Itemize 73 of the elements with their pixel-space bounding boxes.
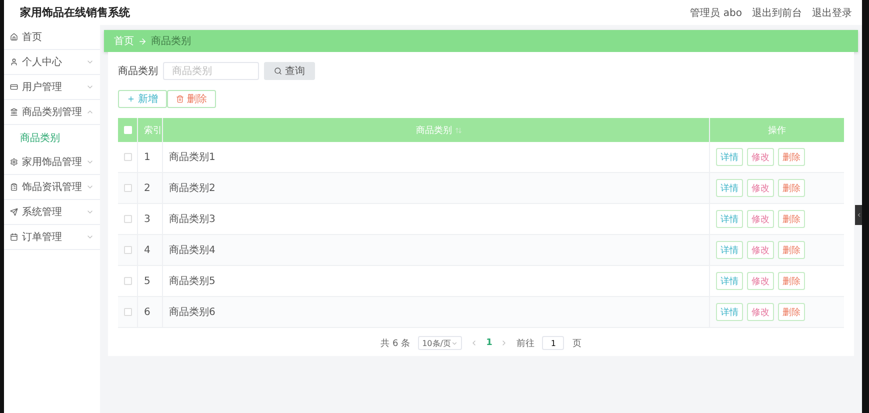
sidebar-subitem[interactable]: 商品类别 (4, 125, 100, 150)
detail-button[interactable]: 详情 (716, 179, 743, 197)
delete-button[interactable]: 删除 (778, 303, 805, 321)
chevron-left-icon (856, 212, 862, 218)
detail-button[interactable]: 详情 (716, 241, 743, 259)
header-link[interactable]: 管理员 abo (690, 6, 742, 20)
total-count: 共 6 条 (380, 338, 410, 350)
table-cell-text: 商品类别4 (169, 244, 216, 257)
goto-page-field[interactable]: 1 (542, 336, 564, 350)
arrow-right-icon (138, 36, 147, 46)
column-header: 索引 (144, 124, 162, 136)
table-cell: 4 (144, 244, 150, 256)
delete-button[interactable]: 删除 (778, 241, 805, 259)
breadcrumb-item[interactable]: 首页 (114, 34, 134, 48)
send-icon (10, 208, 18, 216)
delete-button[interactable]: 删除 (778, 148, 805, 166)
goto-label: 前往 (516, 338, 534, 350)
table-cell: 6 (144, 306, 150, 318)
edit-button[interactable]: 修改 (747, 272, 774, 290)
row-checkbox[interactable] (124, 153, 132, 161)
user-icon (10, 58, 18, 66)
trash-icon (176, 95, 184, 103)
detail-button[interactable]: 详情 (716, 210, 743, 228)
page-size-select[interactable]: 10条/页 (418, 336, 462, 350)
add-button[interactable]: 新增 (118, 90, 167, 108)
collapse-toggle[interactable] (855, 205, 862, 225)
row-checkbox[interactable] (124, 215, 132, 223)
detail-button[interactable]: 详情 (716, 272, 743, 290)
row-checkbox[interactable] (124, 308, 132, 316)
row-checkbox[interactable] (124, 184, 132, 192)
table-cell-text: 商品类别3 (169, 212, 216, 226)
table-cell-text: 商品类别2 (169, 182, 216, 195)
table-cell: 3 (144, 214, 150, 224)
plus-icon (127, 95, 135, 103)
search-button[interactable]: 查询 (264, 62, 315, 80)
card-icon (10, 83, 18, 91)
bank-icon (10, 108, 18, 116)
search-icon (274, 67, 282, 75)
edit-button[interactable]: 修改 (747, 179, 774, 197)
table-cell: 1 (144, 152, 150, 162)
edit-button[interactable]: 修改 (747, 241, 774, 259)
delete-button[interactable]: 删除 (167, 90, 216, 108)
table-cell: 2 (144, 182, 150, 194)
table-cell-text: 商品类别1 (169, 150, 216, 164)
detail-button[interactable]: 详情 (716, 148, 743, 166)
delete-button[interactable]: 删除 (778, 210, 805, 228)
breadcrumb-item: 商品类别 (151, 34, 191, 48)
edit-button[interactable]: 修改 (747, 303, 774, 321)
calendar-icon (10, 233, 18, 241)
row-checkbox[interactable] (124, 277, 132, 285)
detail-button[interactable]: 详情 (716, 303, 743, 321)
edit-button[interactable]: 修改 (747, 210, 774, 228)
search-field[interactable]: 商品类别 (163, 62, 259, 80)
row-checkbox[interactable] (124, 246, 132, 254)
search-label: 商品类别 (118, 64, 158, 78)
table-cell-text: 商品类别6 (169, 306, 216, 319)
delete-button[interactable]: 删除 (778, 272, 805, 290)
header-link[interactable]: 退出到前台 (752, 6, 802, 20)
edit-button[interactable]: 修改 (747, 148, 774, 166)
home-icon (10, 33, 18, 41)
header-link[interactable]: 退出登录 (812, 6, 852, 20)
table-cell-text: 商品类别5 (169, 274, 216, 288)
column-header: 操作 (768, 124, 786, 136)
select-all-checkbox[interactable] (124, 126, 132, 134)
page-suffix: 页 (572, 338, 582, 350)
app-title: 家用饰品在线销售系统 (20, 5, 130, 20)
gear-icon (10, 158, 18, 166)
page-number[interactable]: 1 (486, 338, 492, 348)
clipboard-icon (10, 183, 18, 191)
delete-button[interactable]: 删除 (778, 179, 805, 197)
table-cell: 5 (144, 276, 150, 286)
caret-icon (451, 340, 458, 346)
sort-icon[interactable] (455, 126, 462, 134)
